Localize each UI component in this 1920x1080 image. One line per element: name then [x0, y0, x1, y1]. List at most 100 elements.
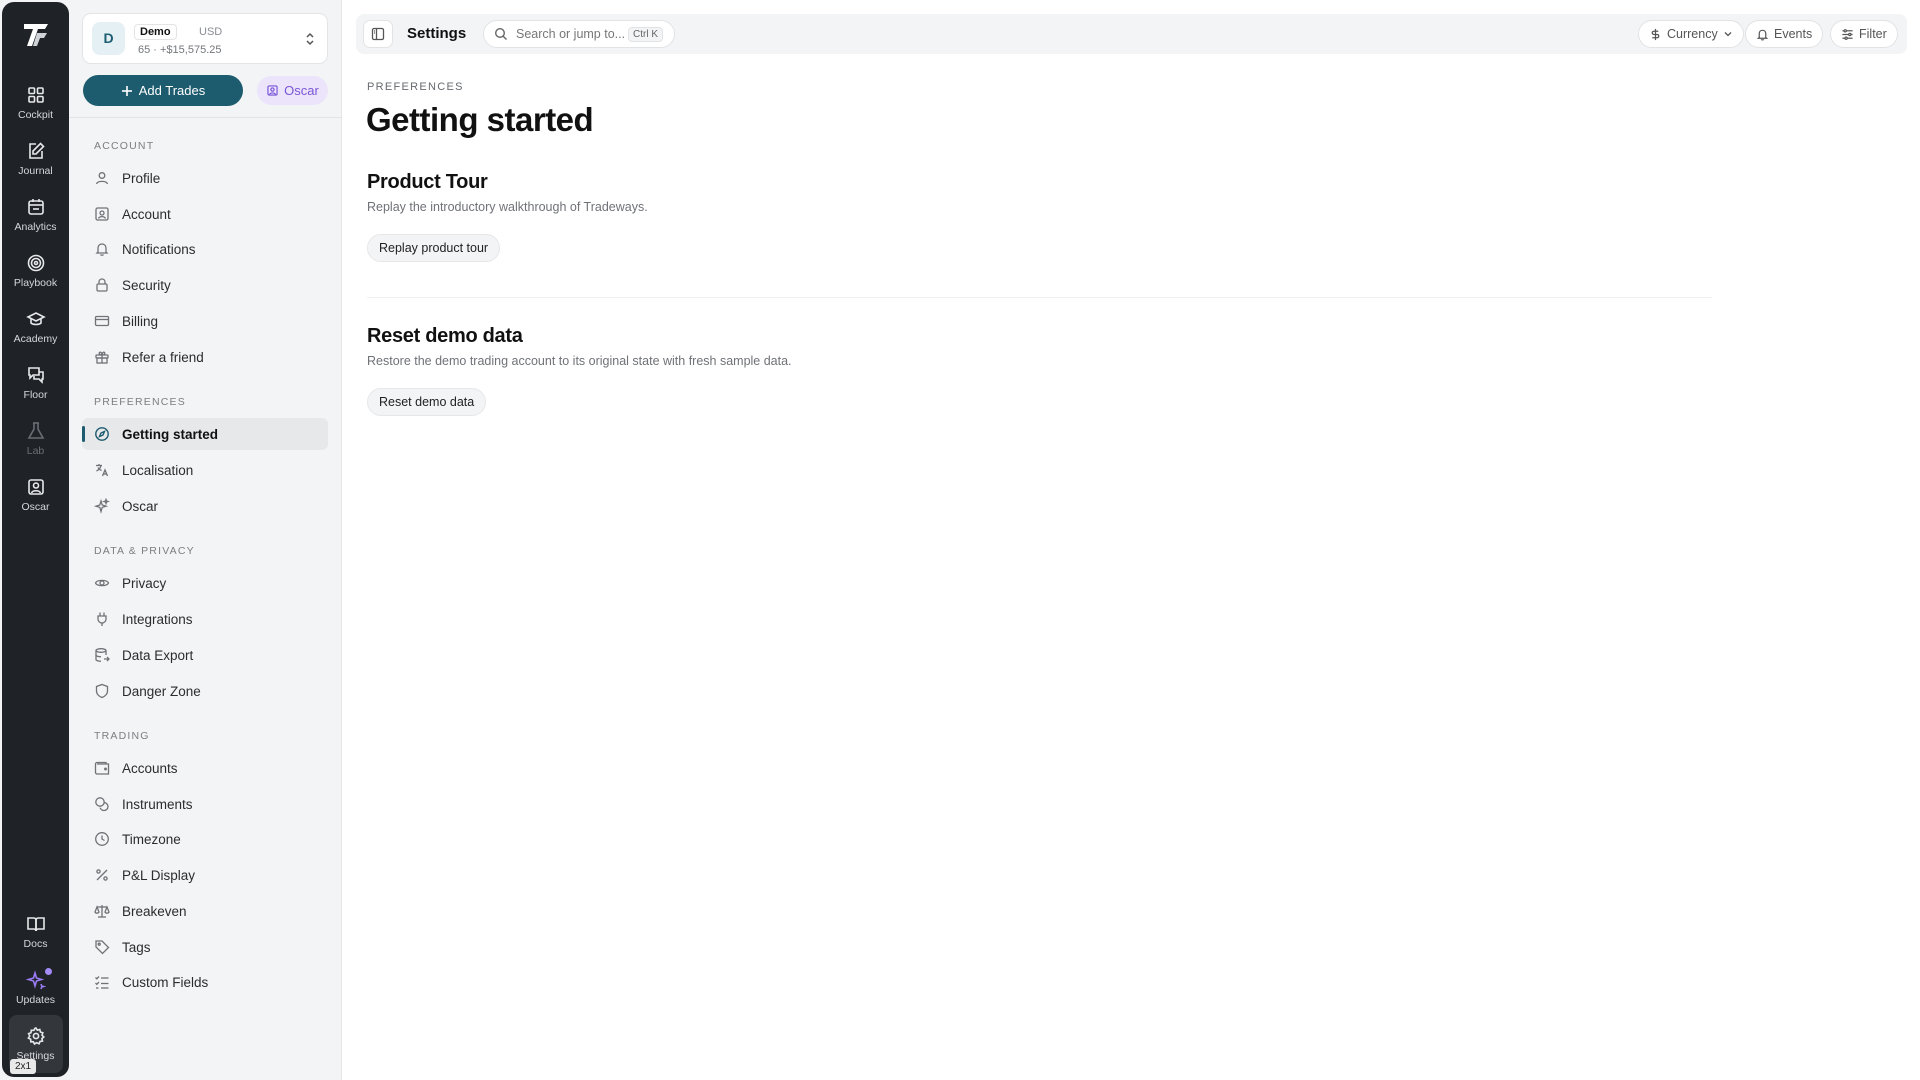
sidebar-item-label: Localisation — [122, 462, 194, 478]
app-logo[interactable] — [21, 20, 51, 50]
sidebar-item-label: Timezone — [122, 831, 181, 847]
sparkles-icon — [94, 498, 110, 514]
rail-item-floor[interactable]: Floor — [2, 361, 69, 411]
settings-sidebar: D Demo USD 65 · +$15,575.25 Add Trades O… — [69, 0, 342, 1080]
replay-tour-button[interactable]: Replay product tour — [367, 234, 501, 262]
divider — [367, 297, 1712, 298]
rail-label: Cockpit — [17, 109, 53, 121]
list-checks-icon — [95, 976, 109, 989]
sidebar-item-label: Refer a friend — [122, 349, 204, 365]
main-content: Settings Ctrl K Currency Events Filter P… — [342, 0, 1920, 1080]
sidebar-item-instruments[interactable]: Instruments — [82, 788, 328, 820]
rail-label: Oscar — [21, 501, 50, 513]
account-switcher[interactable]: D Demo USD 65 · +$15,575.25 — [82, 13, 328, 64]
sidebar-item-profile[interactable]: Profile — [82, 162, 328, 194]
rail-item-journal[interactable]: Journal — [2, 137, 69, 187]
rail-item-lab[interactable]: Lab — [2, 417, 69, 467]
sidebar-item-label: Breakeven — [122, 903, 187, 919]
sidebar-item-label: Custom Fields — [122, 974, 209, 990]
sidebar-item-security[interactable]: Security — [82, 269, 328, 301]
sidebar-item-refer[interactable]: Refer a friend — [82, 341, 328, 373]
user-square-icon — [27, 479, 44, 495]
rail-label: Lab — [26, 445, 45, 457]
section-description: Restore the demo trading account to its … — [367, 354, 792, 368]
sidebar-item-breakeven[interactable]: Breakeven — [82, 895, 328, 927]
grid-icon — [27, 87, 44, 103]
oscar-button[interactable]: Oscar — [257, 76, 328, 105]
sidebar-toggle-button[interactable] — [363, 20, 393, 48]
sidebar-item-oscar[interactable]: Oscar — [82, 490, 328, 522]
gear-icon — [26, 1027, 45, 1046]
sidebar-item-accounts[interactable]: Accounts — [82, 752, 328, 784]
rail-item-updates[interactable]: Updates — [2, 966, 69, 1016]
lock-icon — [96, 278, 108, 292]
notification-dot — [45, 968, 52, 975]
reset-demo-button[interactable]: Reset demo data — [367, 388, 487, 416]
rail-label: Analytics — [14, 221, 57, 233]
sidebar-item-localisation[interactable]: Localisation — [82, 454, 328, 486]
search-icon — [494, 27, 507, 40]
sidebar-item-privacy[interactable]: Privacy — [82, 567, 328, 599]
add-trades-label: Add Trades — [138, 83, 206, 98]
sidebar-item-data-export[interactable]: Data Export — [82, 639, 328, 671]
sidebar-item-label: Getting started — [122, 426, 219, 442]
sidebar-item-label: Tags — [122, 939, 151, 955]
events-button[interactable]: Events — [1745, 20, 1824, 48]
rail-label: Journal — [18, 165, 53, 177]
sidebar-item-label: Privacy — [122, 575, 167, 591]
sidebar-item-danger-zone[interactable]: Danger Zone — [82, 675, 328, 707]
sidebar-item-label: Oscar — [122, 498, 159, 514]
search-box[interactable]: Ctrl K — [483, 20, 675, 48]
panel-left-icon — [371, 27, 385, 41]
id-card-icon — [95, 207, 109, 221]
rail-label: Floor — [23, 389, 48, 401]
sidebar-item-label: Instruments — [122, 796, 193, 812]
page-title: Getting started — [366, 101, 594, 138]
account-currency: USD — [199, 26, 223, 38]
chevron-up-down-icon — [306, 32, 314, 46]
oscar-label: Oscar — [284, 83, 319, 98]
sidebar-item-billing[interactable]: Billing — [82, 305, 328, 337]
plug-icon — [97, 612, 107, 626]
sidebar-item-pnl-display[interactable]: P&L Display — [82, 859, 328, 891]
sidebar-item-tags[interactable]: Tags — [82, 931, 328, 963]
rail-label: Playbook — [13, 277, 58, 289]
eye-icon — [94, 579, 110, 587]
filter-button[interactable]: Filter — [1830, 20, 1898, 48]
sidebar-item-notifications[interactable]: Notifications — [82, 233, 328, 265]
shortcut-hint: Ctrl K — [628, 26, 663, 42]
rail-item-academy[interactable]: Academy — [2, 305, 69, 355]
rail-item-docs[interactable]: Docs — [2, 910, 69, 960]
section-label-data-privacy: DATA & PRIVACY — [94, 545, 195, 557]
account-stats: 65 · +$15,575.25 — [138, 44, 222, 56]
add-trades-button[interactable]: Add Trades — [83, 75, 243, 106]
rail-item-playbook[interactable]: Playbook — [2, 249, 69, 299]
coins-icon — [95, 797, 109, 812]
sidebar-item-custom-fields[interactable]: Custom Fields — [82, 966, 328, 998]
filter-label: Filter — [1859, 27, 1887, 41]
database-export-icon — [95, 648, 110, 662]
sidebar-item-account[interactable]: Account — [82, 198, 328, 230]
sidebar-item-label: P&L Display — [122, 867, 196, 883]
divider — [69, 117, 342, 118]
search-input[interactable] — [516, 27, 628, 41]
sidebar-item-getting-started[interactable]: Getting started — [82, 418, 328, 450]
rail-item-oscar[interactable]: Oscar — [2, 473, 69, 523]
rail-item-cockpit[interactable]: Cockpit — [2, 81, 69, 131]
graduation-cap-icon — [25, 312, 46, 326]
scale-icon — [94, 905, 110, 918]
calendar-icon — [27, 199, 44, 215]
filter-icon — [1842, 28, 1853, 40]
rail-item-analytics[interactable]: Analytics — [2, 193, 69, 243]
sidebar-item-label: Account — [122, 206, 171, 222]
chat-icon — [27, 367, 44, 384]
sidebar-item-label: Billing — [122, 313, 159, 329]
sparkles-icon — [25, 970, 46, 990]
sidebar-item-timezone[interactable]: Timezone — [82, 823, 328, 855]
section-description: Replay the introductory walkthrough of T… — [367, 200, 648, 214]
currency-dropdown[interactable]: Currency — [1638, 20, 1744, 48]
sidebar-item-integrations[interactable]: Integrations — [82, 603, 328, 635]
sidebar-item-label: Accounts — [122, 760, 178, 776]
sidebar-item-label: Notifications — [122, 241, 196, 257]
section-title-reset-demo: Reset demo data — [367, 325, 523, 347]
